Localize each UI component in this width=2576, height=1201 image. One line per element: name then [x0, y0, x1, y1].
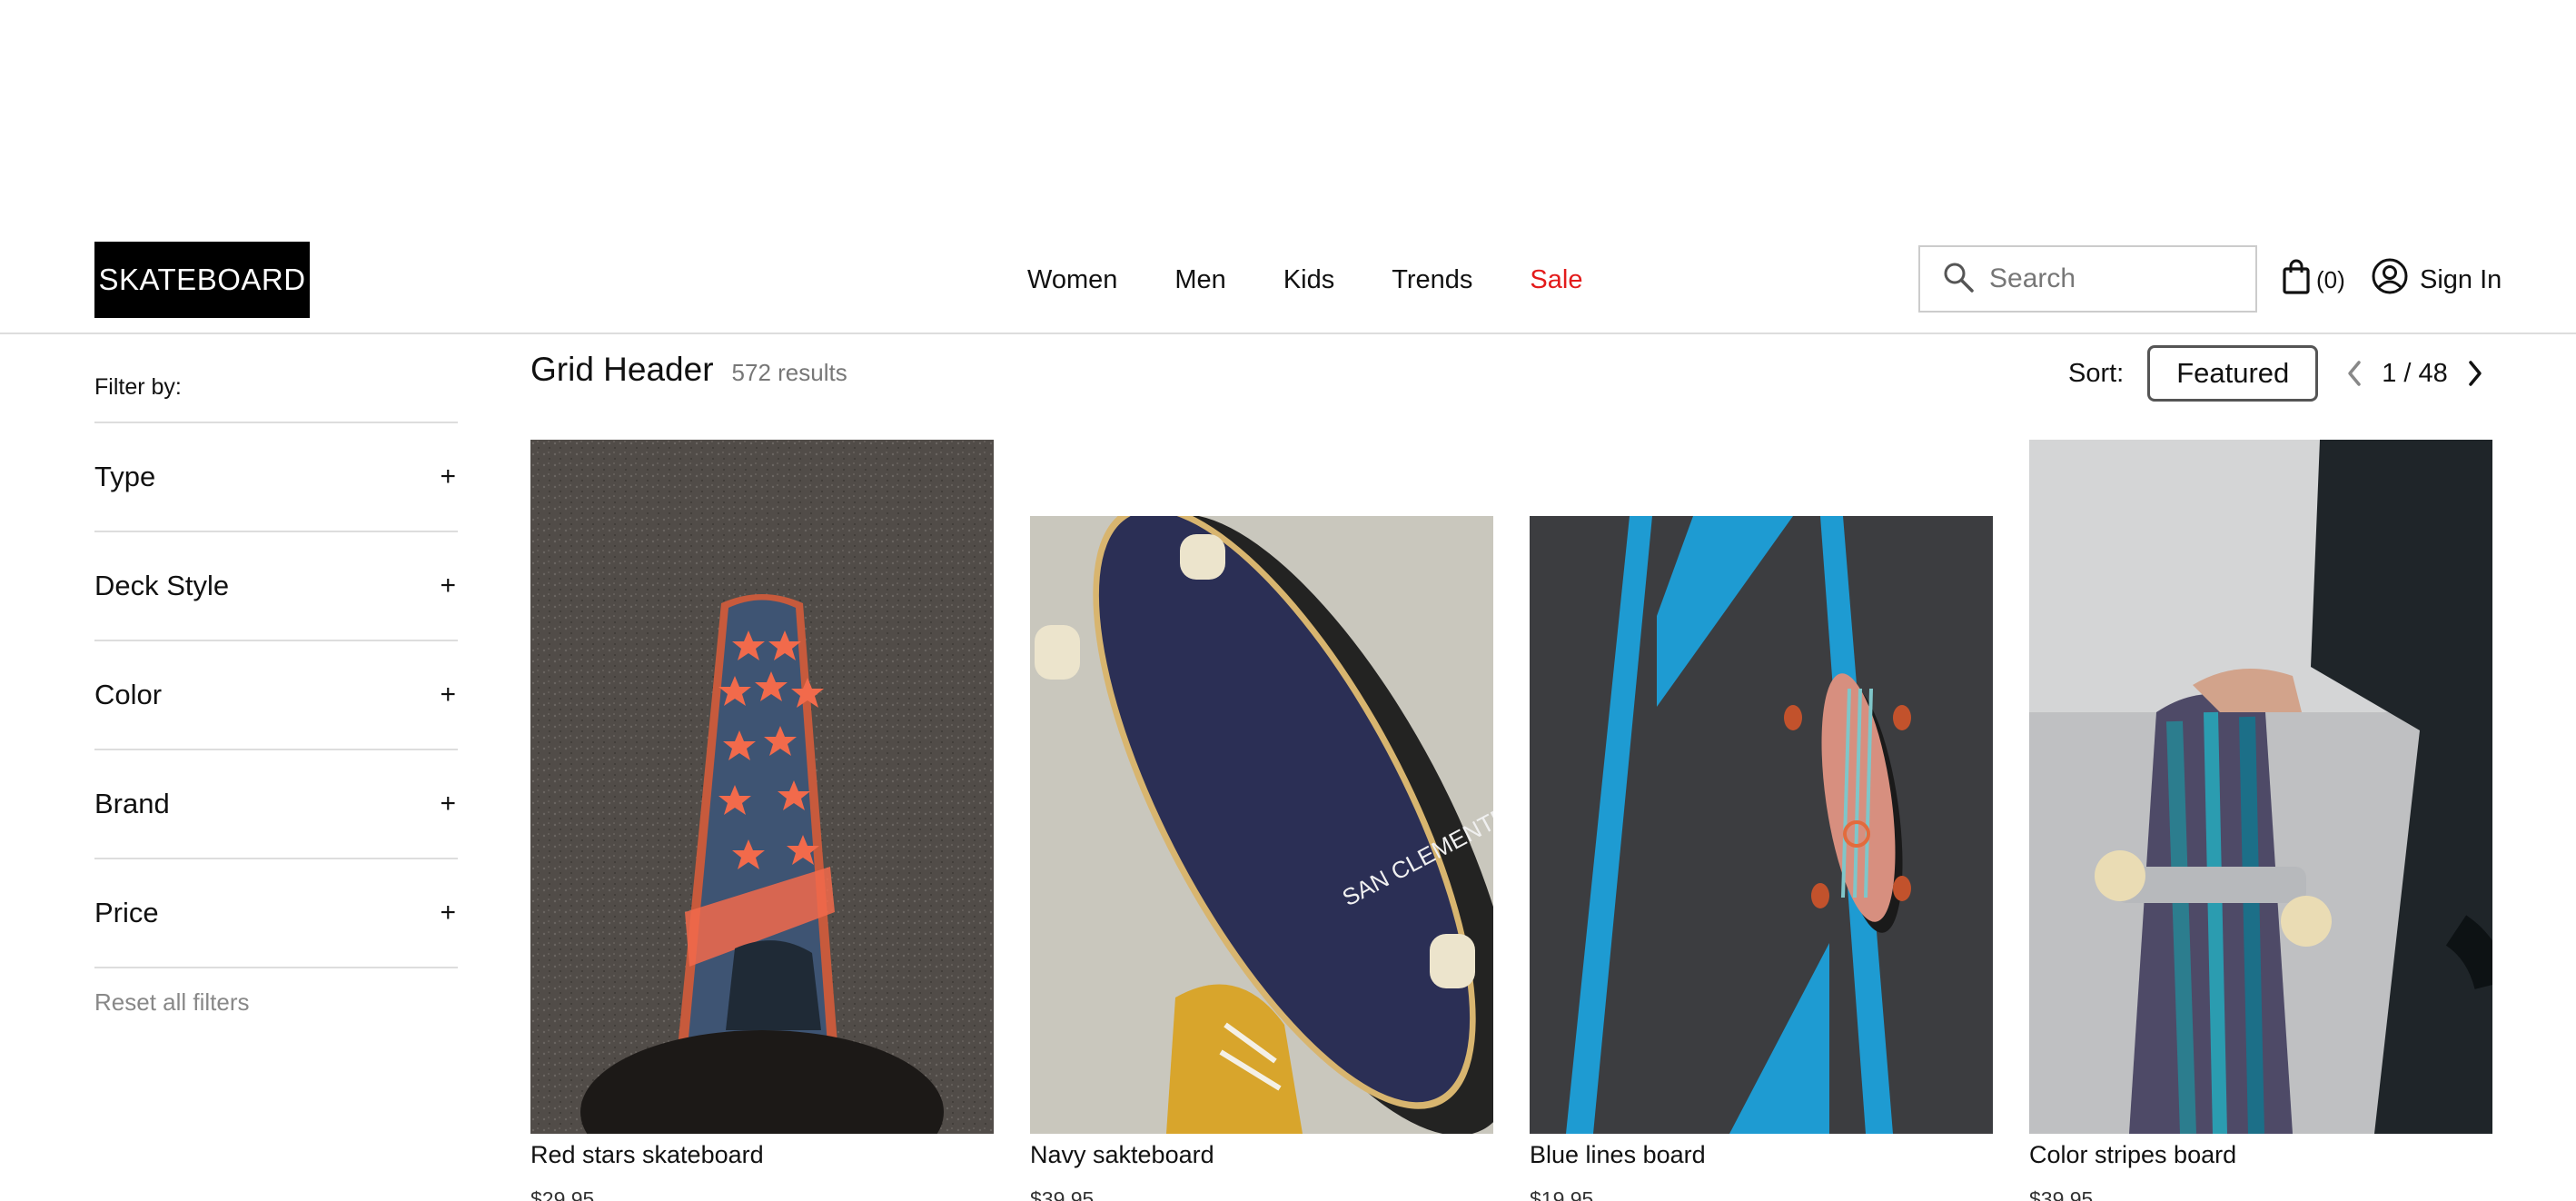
filter-label: Color	[94, 679, 163, 710]
filter-sidebar: Filter by: Type + Deck Style + Color + B…	[94, 367, 458, 1017]
search-input[interactable]	[1987, 263, 2245, 295]
site-header: SKATEBOARD Women Men Kids Trends Sale Se…	[0, 238, 2576, 334]
grid-header: Grid Header 572 results	[530, 351, 847, 396]
nav-item-men[interactable]: Men	[1174, 265, 1225, 295]
plus-icon: +	[440, 571, 456, 600]
chevron-right-icon[interactable]	[2466, 359, 2484, 388]
page-indicator: 1 / 48	[2382, 358, 2448, 388]
product-name[interactable]: Navy sakteboard	[1030, 1141, 1214, 1169]
sort-controls: Sort: Featured 1 / 48	[2068, 345, 2484, 402]
nav-item-women[interactable]: Women	[1027, 265, 1117, 295]
product-image[interactable]	[1530, 516, 1993, 1134]
product-card[interactable]: Red stars skateboard $29.95	[530, 440, 994, 1201]
sign-in-button[interactable]: Sign In	[2371, 257, 2502, 303]
nav-item-kids[interactable]: Kids	[1283, 265, 1334, 295]
filter-deck-style[interactable]: Deck Style +	[94, 532, 458, 641]
sort-select[interactable]: Featured	[2147, 345, 2319, 402]
filter-label: Brand	[94, 788, 170, 819]
filter-color[interactable]: Color +	[94, 641, 458, 750]
user-icon	[2371, 257, 2409, 303]
reset-filters-link[interactable]: Reset all filters	[94, 988, 458, 1017]
product-name[interactable]: Red stars skateboard	[530, 1141, 764, 1169]
plus-icon: +	[440, 462, 456, 491]
nav-item-trends[interactable]: Trends	[1392, 265, 1472, 295]
filter-label: Price	[94, 897, 159, 928]
shopping-bag-icon	[2282, 259, 2311, 302]
product-image[interactable]: SAN CLEMENTE	[1030, 516, 1493, 1134]
grid-title: Grid Header	[530, 351, 714, 388]
product-price: $39.95	[1030, 1187, 1095, 1201]
pagination: 1 / 48	[2345, 359, 2484, 389]
product-image[interactable]	[530, 440, 994, 1134]
product-card[interactable]: Blue lines board $19.95	[1530, 516, 1993, 1201]
product-card[interactable]: Color stripes board $39.95	[2029, 440, 2492, 1201]
filter-title: Filter by:	[94, 367, 458, 423]
product-name[interactable]: Color stripes board	[2029, 1141, 2236, 1169]
plus-icon: +	[440, 680, 456, 710]
logo[interactable]: SKATEBOARD	[94, 242, 310, 318]
product-image[interactable]	[2029, 440, 2492, 1134]
filter-brand[interactable]: Brand +	[94, 750, 458, 859]
product-price: $19.95	[1530, 1187, 1594, 1201]
filter-label: Type	[94, 461, 156, 492]
filter-price[interactable]: Price +	[94, 859, 458, 968]
chevron-left-icon[interactable]	[2345, 359, 2363, 388]
plus-icon: +	[440, 898, 456, 928]
nav-item-sale[interactable]: Sale	[1530, 265, 1582, 295]
filter-label: Deck Style	[94, 570, 230, 601]
cart-button[interactable]: (0)	[2282, 259, 2345, 298]
product-price: $39.95	[2029, 1187, 2094, 1201]
page: SKATEBOARD Women Men Kids Trends Sale Se…	[0, 0, 2576, 1201]
results-count: 572 results	[731, 359, 847, 386]
filter-type[interactable]: Type +	[94, 423, 458, 532]
sign-in-label: Sign In	[2420, 264, 2502, 294]
product-price: $29.95	[530, 1187, 595, 1201]
search-box[interactable]	[1918, 245, 2257, 313]
cart-count: (0)	[2316, 265, 2345, 293]
plus-icon: +	[440, 789, 456, 819]
product-name[interactable]: Blue lines board	[1530, 1141, 1706, 1169]
sort-label: Sort:	[2068, 358, 2125, 388]
product-card[interactable]: SAN CLEMENTE Navy sakteboard $39.95	[1030, 516, 1493, 1201]
search-icon	[1942, 261, 1975, 298]
main-nav: Women Men Kids Trends Sale	[1027, 242, 1582, 318]
